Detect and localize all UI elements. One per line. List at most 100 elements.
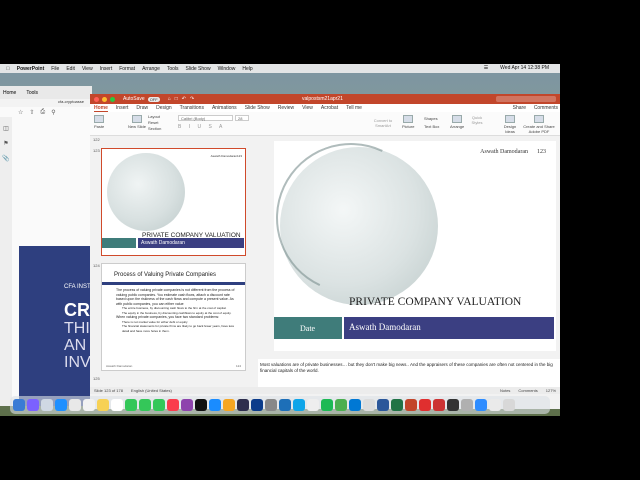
speaker-notes[interactable]: Most valuations are of private businesse… — [258, 359, 560, 387]
slide-thumbnail-pane[interactable]: 122 123 124 125 Aswath Damodaran 123 PRI… — [90, 136, 250, 394]
tv-icon[interactable] — [195, 399, 207, 411]
share-button[interactable]: Share — [513, 105, 526, 111]
acrobat-window[interactable]: Home Tools cfa-cryptoasse ☆ ⇧ ⎙ ⚲ ◫ ⚑ 📎 … — [0, 86, 92, 406]
slide-page-number[interactable]: 123 — [537, 149, 546, 155]
name-box[interactable]: Aswath Damodaran — [344, 317, 554, 339]
downloads-icon[interactable] — [489, 399, 501, 411]
launchpad-icon[interactable] — [41, 399, 53, 411]
slide-thumbnail[interactable]: Process of Valuing Private Companies The… — [101, 263, 246, 371]
shapes-button[interactable]: Shapes — [424, 115, 439, 123]
search-box[interactable] — [496, 96, 556, 102]
save-icon[interactable]: □ — [175, 96, 178, 102]
menu-window[interactable]: Window — [218, 66, 236, 72]
menu-format[interactable]: Format — [119, 66, 135, 72]
tab-slideshow[interactable]: Slide Show — [245, 105, 270, 111]
slide-author[interactable]: Aswath Damodaran — [480, 149, 528, 155]
menu-arrange[interactable]: Arrange — [142, 66, 160, 72]
photoshop-icon[interactable] — [251, 399, 263, 411]
menu-file[interactable]: File — [51, 66, 59, 72]
preview-icon[interactable] — [307, 399, 319, 411]
menu-app[interactable]: PowerPoint — [17, 66, 45, 72]
zoom-meeting-icon[interactable] — [475, 399, 487, 411]
home-icon[interactable]: ⌂ — [168, 96, 171, 102]
arrange-button[interactable]: Arrange — [450, 115, 464, 129]
search-icon[interactable]: ⚲ — [51, 109, 55, 116]
slide-canvas[interactable]: Aswath Damodaran 123 PRIVATE COMPANY VAL… — [274, 141, 556, 351]
folder-icon[interactable] — [461, 399, 473, 411]
minimize-window-icon[interactable] — [102, 96, 107, 102]
trash-icon[interactable] — [503, 399, 515, 411]
language-status[interactable]: English (United States) — [131, 388, 172, 393]
word-icon[interactable] — [377, 399, 389, 411]
menubar-clock[interactable]: Wed Apr 14 12:38 PM — [500, 65, 549, 71]
bookmark-icon[interactable]: ⚑ — [3, 140, 8, 147]
calendar-icon[interactable] — [83, 399, 95, 411]
finder-icon[interactable] — [13, 399, 25, 411]
siri-icon[interactable] — [27, 399, 39, 411]
maps-icon[interactable] — [125, 399, 137, 411]
outlook-icon[interactable] — [349, 399, 361, 411]
autosave-toggle[interactable]: OFF — [147, 96, 160, 102]
excel-icon[interactable] — [391, 399, 403, 411]
format-buttons[interactable]: B I U S A — [178, 124, 225, 130]
premiere-icon[interactable] — [237, 399, 249, 411]
acrobat-icon[interactable] — [419, 399, 431, 411]
slide-title[interactable]: PRIVATE COMPANY VALUATION — [349, 296, 521, 308]
menu-view[interactable]: View — [82, 66, 93, 72]
mail-icon[interactable] — [363, 399, 375, 411]
print-icon[interactable]: ⎙ — [40, 109, 45, 116]
zoom-level[interactable]: 127% — [546, 388, 556, 393]
photos-icon[interactable] — [69, 399, 81, 411]
facetime-icon[interactable] — [153, 399, 165, 411]
terminal-icon[interactable] — [447, 399, 459, 411]
tab-design[interactable]: Design — [156, 105, 172, 111]
picture-button[interactable]: Picture — [402, 115, 414, 129]
upload-icon[interactable]: ⇧ — [29, 109, 34, 116]
pages-app-icon[interactable] — [223, 399, 235, 411]
menu-tools[interactable]: Tools — [167, 66, 179, 72]
menu-slideshow[interactable]: Slide Show — [186, 66, 211, 72]
pages-icon[interactable]: ◫ — [3, 125, 9, 132]
tab-animations[interactable]: Animations — [212, 105, 237, 111]
appstore-icon[interactable] — [209, 399, 221, 411]
settings-icon[interactable] — [265, 399, 277, 411]
tab-acrobat[interactable]: Acrobat — [321, 105, 338, 111]
tab-draw[interactable]: Draw — [136, 105, 148, 111]
menu-edit[interactable]: Edit — [66, 66, 75, 72]
wifi-icon[interactable]: ☰ — [484, 65, 488, 71]
attachment-icon[interactable]: 📎 — [2, 155, 9, 162]
tab-home[interactable]: Home — [94, 105, 108, 112]
section-button[interactable]: Section — [148, 126, 161, 132]
menu-help[interactable]: Help — [242, 66, 252, 72]
pdf-app-icon[interactable] — [433, 399, 445, 411]
tab-view[interactable]: View — [302, 105, 313, 111]
text-box-button[interactable]: Text Box — [424, 123, 439, 131]
design-ideas-button[interactable]: Design Ideas — [502, 115, 518, 134]
menu-insert[interactable]: Insert — [100, 66, 113, 72]
notes-button[interactable]: Notes — [500, 388, 510, 393]
font-size-select[interactable]: 28 — [235, 115, 249, 121]
comments-button[interactable]: Comments — [534, 105, 558, 111]
acrobat-tab-home[interactable]: Home — [3, 90, 16, 96]
create-share-pdf-button[interactable]: Create and Share Adobe PDF — [522, 115, 556, 134]
acrobat-tab-tools[interactable]: Tools — [26, 90, 38, 96]
zoom-app-icon[interactable] — [279, 399, 291, 411]
close-window-icon[interactable] — [94, 96, 99, 102]
messages-icon[interactable] — [139, 399, 151, 411]
tab-transitions[interactable]: Transitions — [180, 105, 204, 111]
tell-me[interactable]: Tell me — [346, 105, 362, 111]
podcasts-icon[interactable] — [181, 399, 193, 411]
date-box[interactable]: Date — [274, 317, 342, 339]
paste-button[interactable]: Paste — [94, 115, 104, 129]
font-family-select[interactable]: Calibri (Body) — [178, 115, 233, 121]
reminders-icon[interactable] — [111, 399, 123, 411]
skype-icon[interactable] — [293, 399, 305, 411]
new-slide-button[interactable]: New Slide — [128, 115, 146, 129]
notes-icon[interactable] — [97, 399, 109, 411]
powerpoint-icon[interactable] — [405, 399, 417, 411]
music-icon[interactable] — [167, 399, 179, 411]
slide-thumbnail-selected[interactable]: Aswath Damodaran 123 PRIVATE COMPANY VAL… — [101, 148, 246, 256]
chrome-icon[interactable] — [335, 399, 347, 411]
spotify-icon[interactable] — [321, 399, 333, 411]
redo-icon[interactable]: ↷ — [190, 96, 194, 102]
